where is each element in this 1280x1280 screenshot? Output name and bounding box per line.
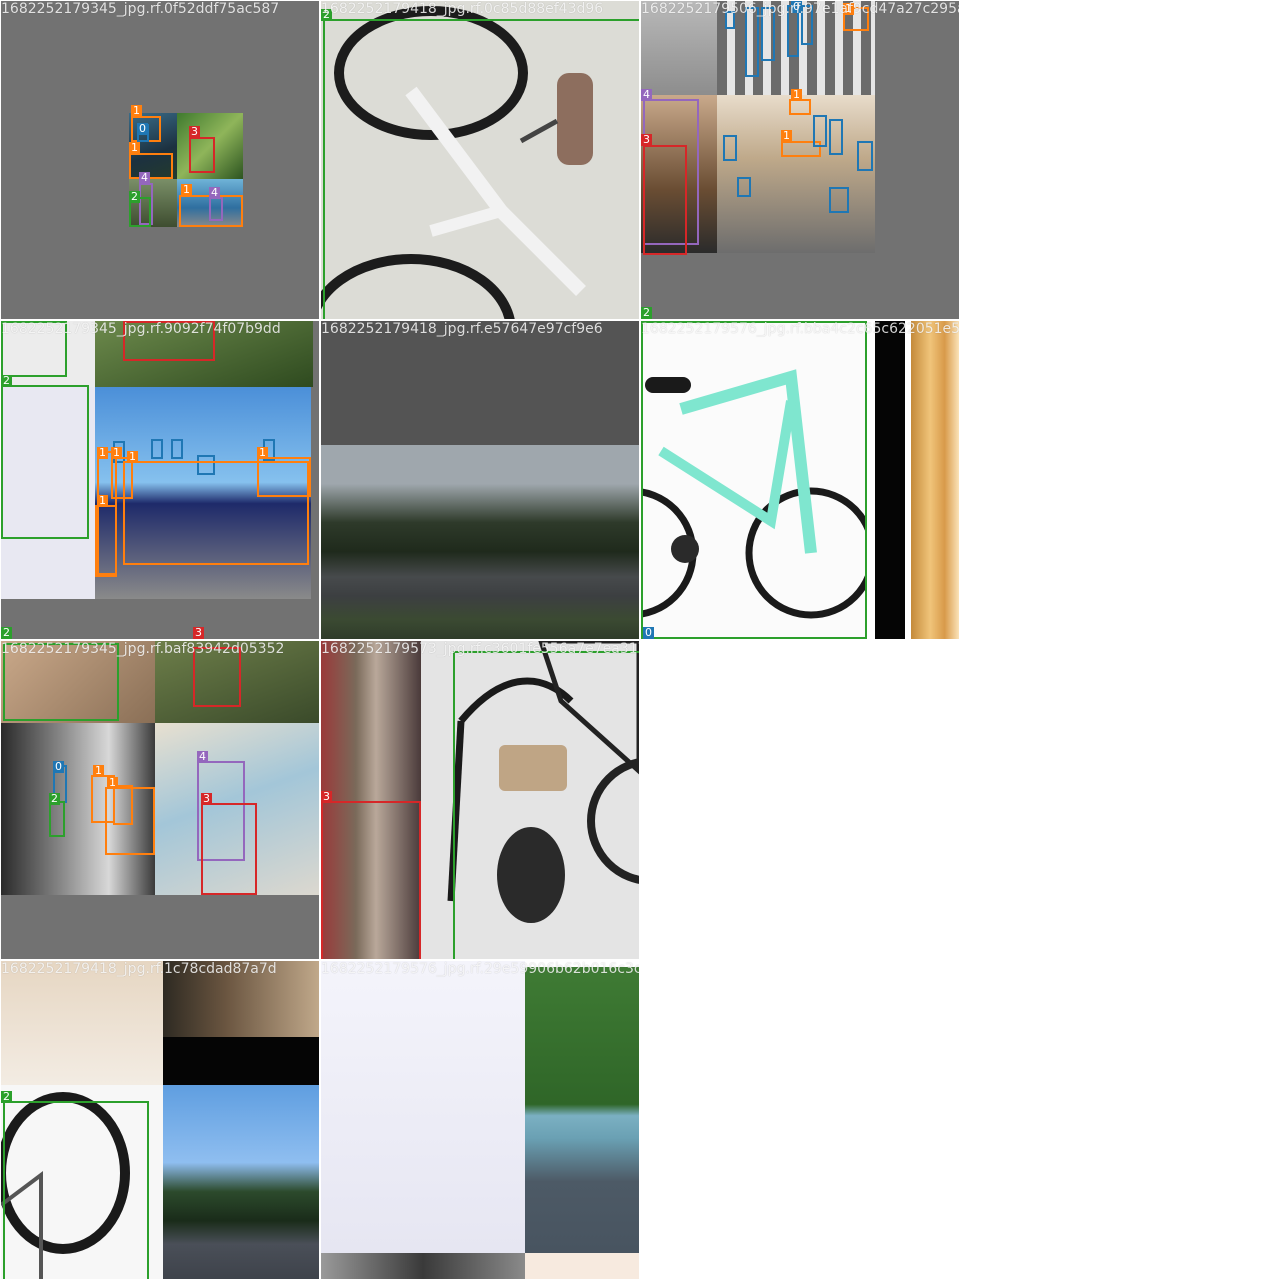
tile-filename: 1682252179576_jpg.rf.bba4c2c65c622051e57…	[641, 321, 959, 337]
sub-image-gray-strip	[321, 1253, 525, 1279]
bbox-motorcycle	[201, 803, 257, 895]
bbox-label: 1	[97, 446, 108, 459]
tile-filename: 1682252179345_jpg.rf.baf83942d05352	[1, 641, 285, 657]
bbox-motorcycle	[321, 801, 421, 959]
bbox-label: 1	[97, 494, 108, 507]
bbox-person	[737, 177, 751, 197]
bbox-label: 2	[49, 792, 60, 805]
bbox-bicycle	[49, 801, 65, 837]
bbox-label: 0	[137, 122, 148, 135]
bbox-label: 3	[201, 792, 212, 805]
sub-image-beige-strip	[525, 1253, 639, 1279]
bbox-person	[813, 115, 827, 147]
mosaic-tile-10[interactable]: 1682252179576_jpg.rf.29e59906b62b016c3c5	[321, 961, 639, 1279]
bbox-label: 2	[1, 1090, 12, 1103]
bbox-person	[723, 135, 737, 161]
bbox-label: 1	[129, 141, 140, 154]
bbox-bicycle	[1, 385, 89, 539]
bbox-label: 2	[1, 626, 12, 639]
sub-image-mall-interior	[717, 95, 875, 253]
sub-image-building	[911, 321, 959, 639]
mosaic-tile-1[interactable]: 1 0 1 3 4 2 1 4 1682252179345_jpg.rf.0f5…	[1, 1, 319, 319]
mosaic-tile-6[interactable]: 0 1682252179576_jpg.rf.bba4c2c65c622051e…	[641, 321, 959, 639]
bbox-label: 2	[129, 190, 140, 203]
bbox-motorcycle	[189, 137, 215, 173]
bbox-bicycle	[3, 1101, 149, 1279]
bbox-person	[171, 439, 183, 459]
tile-filename: 1682252179573_jpg.rf.c3601fe556a7e7ea317	[321, 641, 639, 657]
tile-filename: 1682252179418_jpg.rf.e57647e97cf9e6	[321, 321, 603, 337]
bbox-label: 4	[641, 88, 652, 101]
bbox-label: 3	[193, 626, 204, 639]
bbox-label: 1	[127, 450, 138, 463]
bbox-label: 3	[641, 133, 652, 146]
bbox-bicycle	[453, 651, 639, 959]
bbox-label: 4	[139, 171, 150, 184]
mosaic-tile-3[interactable]: 0 1 4 3 1 1 2 1682252179506_jpg.rf.97e1a…	[641, 1, 959, 319]
bbox-label: 4	[209, 186, 220, 199]
mosaic-tile-5[interactable]: 1682252179418_jpg.rf.e57647e97cf9e6	[321, 321, 639, 639]
tile-filename: 1682252179576_jpg.rf.29e59906b62b016c3c5	[321, 961, 639, 977]
bbox-person	[857, 141, 873, 171]
bbox-car	[95, 505, 117, 577]
bbox-person	[829, 187, 849, 213]
bbox-label: 2	[641, 306, 652, 319]
mosaic-tile-9[interactable]: 2 1682252179418_jpg.rf.1c78cdad87a7d	[1, 961, 319, 1279]
bbox-label: 3	[189, 125, 200, 138]
bbox-label: 1	[781, 129, 792, 142]
bbox-car	[257, 457, 311, 497]
bbox-label: 1	[257, 446, 268, 459]
bbox-label: 4	[197, 750, 208, 763]
bbox-car	[113, 785, 133, 825]
sub-image-road-sign	[525, 967, 639, 1253]
sub-image-road-trees	[163, 1085, 319, 1279]
bbox-label: 1	[181, 183, 192, 196]
tile-filename: 1682252179345_jpg.rf.9092f74f07b9dd	[1, 321, 281, 337]
bbox-label: 1	[93, 764, 104, 777]
tile-filename: 1682252179418_jpg.rf.1c78cdad87a7d	[1, 961, 277, 977]
sub-image-white-wall	[321, 961, 525, 1253]
bbox-label: 2	[1, 374, 12, 387]
mosaic-tile-8[interactable]: 3 2 1682252179573_jpg.rf.c3601fe556a7e7e…	[321, 641, 639, 959]
bbox-label: 1	[131, 104, 142, 117]
bbox-label: 1	[791, 88, 802, 101]
bbox-label: 1	[107, 776, 118, 789]
bbox-motorcycle	[643, 145, 687, 255]
bbox-bicycle	[323, 19, 639, 319]
bbox-label: 1	[111, 446, 122, 459]
bbox-label: 3	[321, 790, 332, 803]
bbox-car	[789, 99, 811, 115]
bbox-label: 0	[643, 626, 654, 639]
tile-filename: 1682252179345_jpg.rf.0f52ddf75ac587	[1, 1, 280, 17]
sub-image-treeline	[321, 445, 639, 639]
bbox-person	[829, 119, 843, 155]
bbox-person	[151, 439, 163, 459]
mosaic-tile-2[interactable]: 2 1682252179418_jpg.rf.0c85d88ef43d96	[321, 1, 639, 319]
sub-image-black-block	[163, 1037, 319, 1085]
mosaic-tile-4[interactable]: 2 3 2 1 1 1 1 1 2 3 1682252179345_jpg.rf…	[1, 321, 319, 639]
bbox-car	[129, 153, 173, 179]
sub-image-sand	[1, 961, 163, 1085]
bbox-person	[745, 7, 759, 77]
sub-image-black-strip	[875, 321, 905, 639]
bbox-bicycle	[641, 321, 867, 639]
tile-filename: 1682252179506_jpg.rf.97e1af9cd47a27c295a	[641, 1, 959, 17]
bbox-label: 0	[53, 760, 64, 773]
bbox-rider	[209, 197, 223, 221]
mosaic-tile-7[interactable]: 0 2 1 1 4 3 1682252179345_jpg.rf.baf8394…	[1, 641, 319, 959]
sub-image-sky	[321, 321, 639, 445]
tile-filename: 1682252179418_jpg.rf.0c85d88ef43d96	[321, 1, 604, 17]
